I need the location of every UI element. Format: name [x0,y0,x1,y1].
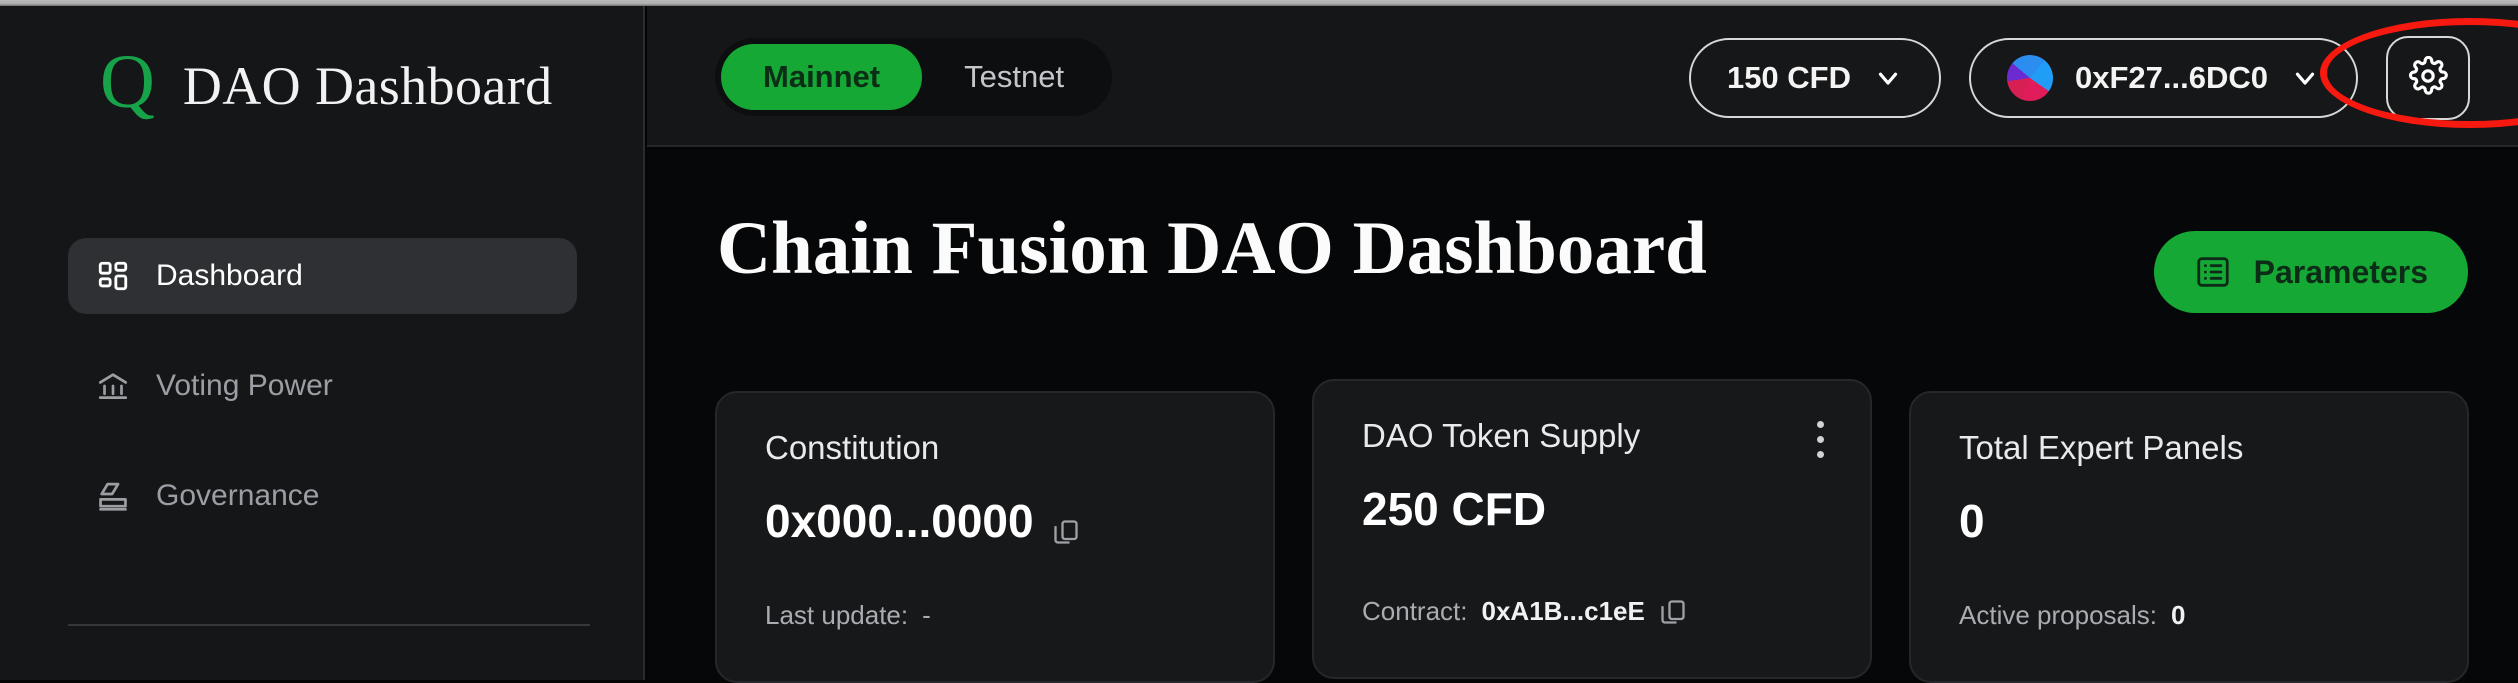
sidebar-divider [68,624,590,626]
card-footer: Contract: 0xA1B...c1eE [1362,596,1687,627]
balance-button[interactable]: 150 CFD [1688,38,1941,118]
copy-icon[interactable] [1659,598,1687,626]
network-option-testnet[interactable]: Testnet [922,44,1106,110]
parameters-button-label: Parameters [2253,253,2428,290]
sidebar-item-label: Voting Power [156,369,333,402]
app-root: Q DAO Dashboard Dashboard Voting Power G… [0,6,2518,683]
chevron-down-icon [1873,63,1903,93]
page-title: Chain Fusion DAO Dashboard [717,207,1707,290]
card-title: DAO Token Supply [1362,417,1641,454]
card-value-text: 0 [1959,495,1985,547]
card-total-expert-panels[interactable]: Total Expert Panels 0 Active proposals: … [1909,391,2469,683]
kebab-dot [1816,451,1824,458]
kebab-menu-icon[interactable] [1816,421,1824,458]
bank-icon [96,369,130,403]
stat-cards: Constitution 0x000...0000 Last update: - [715,379,2469,683]
gear-icon [2408,55,2448,101]
sidebar-item-label: Dashboard [156,259,303,292]
card-footer-label: Contract: [1362,596,1468,626]
brand[interactable]: Q DAO Dashboard [100,44,553,124]
kebab-dot [1816,421,1824,428]
parameters-button[interactable]: Parameters [2153,231,2468,313]
ballot-icon [96,479,130,513]
card-title: Total Expert Panels [1959,429,2244,466]
card-value-text: 0x000...0000 [765,495,1034,547]
top-header: Mainnet Testnet 150 CFD 0xF27...6DC0 [647,6,2518,147]
grid-icon [96,259,130,293]
list-icon [2194,253,2232,291]
card-footer: Last update: - [765,600,931,631]
main-content: Chain Fusion DAO Dashboard Parameters Co… [647,149,2518,683]
sidebar-item-governance[interactable]: Governance [68,458,577,534]
wallet-button[interactable]: 0xF27...6DC0 [1969,38,2358,118]
card-value: 0x000...0000 [765,498,1225,544]
balance-label: 150 CFD [1726,60,1851,95]
card-dao-token-supply[interactable]: DAO Token Supply 250 CFD Contract: 0xA1B… [1312,379,1872,679]
sidebar-nav: Dashboard Voting Power Governance [0,238,645,568]
card-title: Constitution [765,429,940,466]
card-value: 250 CFD [1362,486,1822,532]
wallet-address-label: 0xF27...6DC0 [2075,60,2268,95]
card-footer-label: Active proposals: [1959,600,2157,630]
sidebar-item-label: Governance [156,479,320,512]
brand-title: DAO Dashboard [182,56,553,116]
network-toggle[interactable]: Mainnet Testnet [715,38,1113,116]
card-footer-label: Last update: [765,600,909,630]
network-option-mainnet[interactable]: Mainnet [721,44,923,110]
header-actions: 150 CFD 0xF27...6DC0 [1688,36,2470,120]
copy-icon[interactable] [1052,507,1080,544]
card-footer-value: - [922,600,931,630]
sidebar: Q DAO Dashboard Dashboard Voting Power G… [0,6,645,680]
card-constitution[interactable]: Constitution 0x000...0000 Last update: - [715,391,1275,683]
card-value: 0 [1959,498,2419,544]
chevron-down-icon [2290,63,2320,93]
kebab-dot [1816,436,1824,443]
settings-button[interactable] [2386,36,2470,120]
card-footer: Active proposals: 0 [1959,600,2185,631]
q-logo-icon: Q [100,40,155,124]
sidebar-item-dashboard[interactable]: Dashboard [68,238,577,314]
card-footer-value: 0xA1B...c1eE [1481,596,1645,626]
sidebar-item-voting-power[interactable]: Voting Power [68,348,577,424]
card-footer-value: 0 [2170,600,2186,630]
wallet-avatar-icon [2007,55,2053,101]
card-value-text: 250 CFD [1362,483,1547,535]
